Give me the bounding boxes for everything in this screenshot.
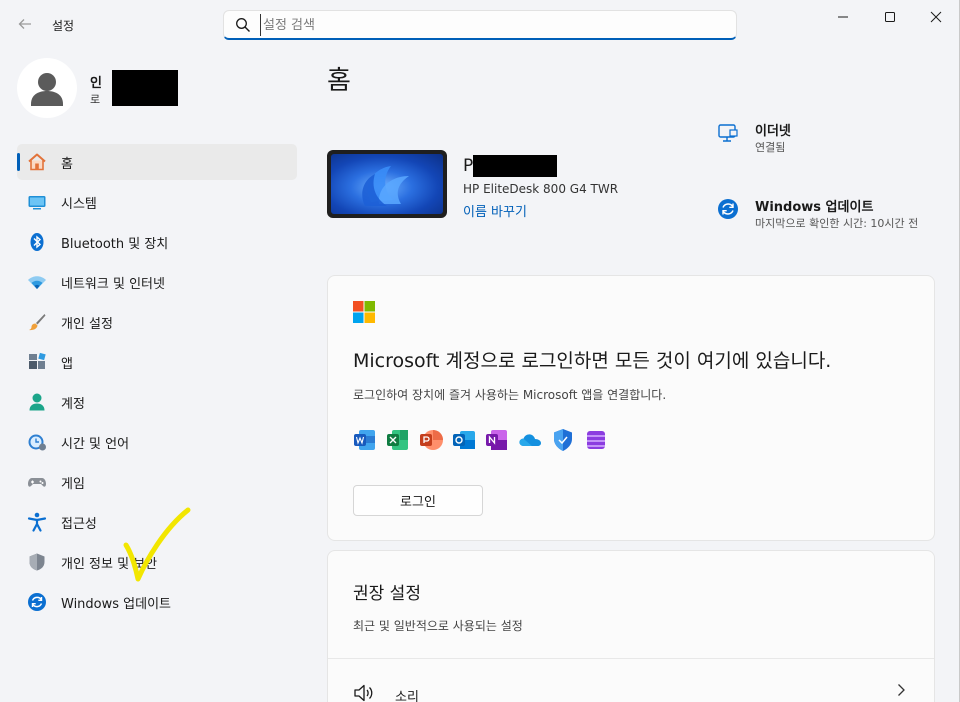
sidebar-item-accounts[interactable]: 계정 — [17, 384, 297, 420]
sidebar-item-label: 앱 — [61, 356, 73, 372]
system-icon — [28, 196, 46, 210]
brush-icon — [29, 314, 46, 331]
sidebar-item-personalization[interactable]: 개인 설정 — [17, 304, 297, 340]
app-icon-row — [353, 428, 608, 452]
sidebar-item-apps[interactable]: 앱 — [17, 344, 297, 380]
word-icon — [354, 430, 375, 450]
search-input[interactable] — [260, 14, 720, 36]
recommended-row-label: 소리 — [395, 690, 419, 702]
home-icon — [28, 153, 46, 171]
search-icon — [236, 18, 250, 32]
sidebar-item-network[interactable]: 네트워크 및 인터넷 — [17, 264, 297, 300]
app-title: 설정 — [52, 19, 75, 33]
sidebar-item-bluetooth[interactable]: Bluetooth 및 장치 — [17, 224, 297, 260]
main-content: 홈 P HP EliteDesk 800 G4 TWR 이름 바꾸기 이더넷 연… — [327, 48, 935, 702]
recommended-row-sound[interactable]: 소리 — [328, 659, 934, 702]
wallpaper-preview — [331, 154, 443, 214]
minimize-button[interactable] — [820, 0, 866, 34]
profile-name: 인 — [90, 76, 102, 91]
title-bar: 설정 — [0, 0, 959, 48]
accessibility-icon — [27, 512, 47, 532]
card-description: 로그인하여 장치에 즐겨 사용하는 Microsoft 앱을 연결합니다. — [353, 388, 667, 402]
back-button[interactable] — [10, 10, 40, 38]
clock-globe-icon — [28, 434, 46, 451]
shield-icon — [29, 553, 45, 571]
microsoft-logo-icon — [353, 301, 375, 323]
windows-bloom-icon — [362, 166, 409, 206]
windows-update-status[interactable]: Windows 업데이트 마지막으로 확인한 시간: 10시간 전 — [717, 196, 935, 248]
gamepad-icon — [28, 478, 46, 487]
login-button[interactable]: 로그인 — [353, 485, 483, 516]
update-icon — [28, 593, 46, 611]
account-icon — [29, 393, 45, 411]
profile-email: 로 — [90, 93, 101, 106]
bluetooth-icon — [30, 233, 44, 251]
user-avatar-icon — [31, 73, 63, 106]
recommended-title: 권장 설정 — [353, 584, 421, 604]
ethernet-status[interactable]: 이더넷 연결됨 — [717, 120, 935, 160]
sidebar-item-label: Bluetooth 및 장치 — [61, 236, 169, 252]
rename-link[interactable]: 이름 바꾸기 — [463, 201, 527, 220]
ethernet-icon — [718, 124, 738, 142]
redaction-box — [473, 155, 557, 177]
annotation-checkmark — [123, 507, 191, 582]
settings-window: 설정 인 로 — [0, 0, 960, 702]
device-thumbnail — [327, 150, 447, 218]
sidebar-item-label: 홈 — [61, 156, 73, 172]
sidebar-item-label: 시스템 — [61, 196, 97, 212]
recommended-settings-card: 권장 설정 최근 및 일반적으로 사용되는 설정 소리 — [327, 550, 935, 702]
microsoft-account-card: Microsoft 계정으로 로그인하면 모든 것이 여기에 있습니다. 로그인… — [327, 275, 935, 541]
chevron-right-icon — [898, 684, 905, 696]
profile[interactable]: 인 로 — [17, 58, 297, 118]
sidebar-item-label: 게임 — [61, 476, 85, 492]
page-title: 홈 — [327, 66, 351, 96]
redaction-box — [112, 70, 178, 106]
outlook-icon — [453, 431, 475, 449]
close-button[interactable] — [913, 0, 959, 34]
excel-icon — [387, 430, 408, 450]
minimize-icon — [838, 16, 848, 18]
sidebar-item-windows-update[interactable]: Windows 업데이트 — [17, 584, 297, 620]
ethernet-title: 이더넷 — [755, 124, 791, 139]
sidebar-item-label: 개인 설정 — [61, 316, 113, 332]
back-arrow-icon — [18, 19, 31, 29]
update-last-checked: 마지막으로 확인한 시간: 10시간 전 — [755, 217, 919, 230]
ethernet-state: 연결됨 — [755, 141, 786, 154]
wifi-icon — [28, 276, 46, 289]
sidebar-item-label: Windows 업데이트 — [61, 596, 172, 612]
maximize-button[interactable] — [867, 0, 913, 34]
onenote-icon — [486, 430, 507, 450]
sidebar-item-time-language[interactable]: 시간 및 언어 — [17, 424, 297, 460]
powerpoint-icon — [420, 430, 443, 450]
recommended-description: 최근 및 일반적으로 사용되는 설정 — [353, 619, 523, 633]
onedrive-icon — [519, 434, 541, 446]
sidebar: 인 로 홈 시스템 Bluetooth 및 장치 네트워크 및 인터넷 개인 설… — [0, 48, 310, 702]
avatar — [17, 58, 77, 118]
close-icon — [930, 11, 942, 23]
update-title: Windows 업데이트 — [755, 200, 874, 215]
sidebar-item-label: 시간 및 언어 — [61, 436, 130, 452]
sidebar-item-label: 네트워크 및 인터넷 — [61, 276, 165, 292]
device-model: HP EliteDesk 800 G4 TWR — [463, 182, 619, 196]
apps-icon — [29, 352, 46, 369]
update-icon — [718, 199, 738, 219]
search-box[interactable] — [223, 10, 737, 40]
defender-icon — [554, 429, 572, 451]
maximize-icon — [885, 12, 895, 22]
sidebar-item-label: 접근성 — [61, 516, 97, 532]
sidebar-item-gaming[interactable]: 게임 — [17, 464, 297, 500]
sidebar-item-system[interactable]: 시스템 — [17, 184, 297, 220]
speaker-icon — [354, 684, 373, 702]
sidebar-item-label: 계정 — [61, 396, 85, 412]
card-heading: Microsoft 계정으로 로그인하면 모든 것이 여기에 있습니다. — [353, 350, 832, 372]
device-name: P — [463, 156, 474, 176]
clipchamp-icon — [587, 431, 605, 449]
sidebar-item-home[interactable]: 홈 — [17, 144, 297, 180]
